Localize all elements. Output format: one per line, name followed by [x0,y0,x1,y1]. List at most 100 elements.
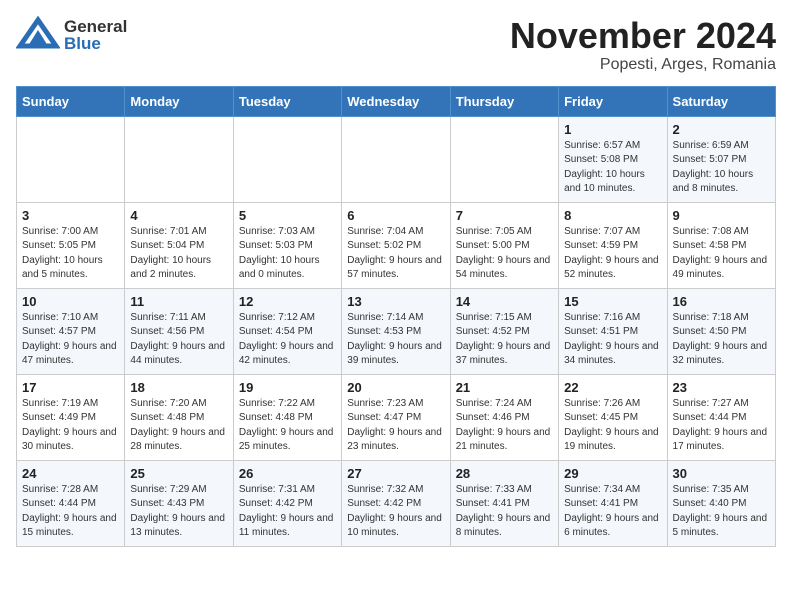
calendar-cell: 30Sunrise: 7:35 AM Sunset: 4:40 PM Dayli… [667,460,775,546]
day-number: 29 [564,466,661,481]
general-blue-icon [16,16,60,54]
logo-blue-text: Blue [64,35,127,52]
calendar-cell [342,116,450,202]
day-number: 6 [347,208,444,223]
month-title: November 2024 [510,16,776,56]
day-number: 27 [347,466,444,481]
header-day-saturday: Saturday [667,86,775,116]
week-row-2: 10 Sunrise: 7:10 AM Sunset: 4:57 PM Dayli… [17,288,776,374]
day-info: Sunrise: 7:03 AM Sunset: 5:03 PM Dayligh… [239,225,336,283]
day-info: Sunrise: 7:22 AM Sunset: 4:48 PM Dayligh… [239,397,336,455]
day-info: Sunrise: 7:20 AM Sunset: 4:48 PM Dayligh… [130,397,227,455]
calendar-cell: 8 Sunrise: 7:07 AM Sunset: 4:59 PM Daylig… [559,202,667,288]
calendar-header: SundayMondayTuesdayWednesdayThursdayFrid… [17,86,776,116]
day-info: Sunrise: 7:23 AM Sunset: 4:47 PM Dayligh… [347,397,444,455]
calendar-cell: 5 Sunrise: 7:03 AM Sunset: 5:03 PM Daylig… [233,202,341,288]
day-info: Sunrise: 6:57 AM Sunset: 5:08 PM Dayligh… [564,139,661,197]
day-info: Sunrise: 7:01 AM Sunset: 5:04 PM Dayligh… [130,225,227,283]
day-info: Sunrise: 7:12 AM Sunset: 4:54 PM Dayligh… [239,311,336,369]
day-info: Sunrise: 7:16 AM Sunset: 4:51 PM Dayligh… [564,311,661,369]
day-number: 26 [239,466,336,481]
header-day-friday: Friday [559,86,667,116]
calendar-cell: 14 Sunrise: 7:15 AM Sunset: 4:52 PM Dayli… [450,288,558,374]
calendar-cell [17,116,125,202]
calendar-cell: 19 Sunrise: 7:22 AM Sunset: 4:48 PM Dayli… [233,374,341,460]
day-number: 13 [347,294,444,309]
calendar-cell: 6 Sunrise: 7:04 AM Sunset: 5:02 PM Daylig… [342,202,450,288]
day-info: Sunrise: 7:33 AM Sunset: 4:41 PM Dayligh… [456,483,553,541]
day-info: Sunrise: 7:15 AM Sunset: 4:52 PM Dayligh… [456,311,553,369]
day-info: Sunrise: 7:34 AM Sunset: 4:41 PM Dayligh… [564,483,661,541]
week-row-3: 17 Sunrise: 7:19 AM Sunset: 4:49 PM Dayli… [17,374,776,460]
day-number: 5 [239,208,336,223]
calendar-cell: 1Sunrise: 6:57 AM Sunset: 5:08 PM Daylig… [559,116,667,202]
header-day-monday: Monday [125,86,233,116]
day-number: 4 [130,208,227,223]
calendar-cell: 17 Sunrise: 7:19 AM Sunset: 4:49 PM Dayli… [17,374,125,460]
calendar-cell [125,116,233,202]
day-number: 8 [564,208,661,223]
day-number: 22 [564,380,661,395]
header-row: SundayMondayTuesdayWednesdayThursdayFrid… [17,86,776,116]
day-info: Sunrise: 6:59 AM Sunset: 5:07 PM Dayligh… [673,139,770,197]
day-number: 11 [130,294,227,309]
day-info: Sunrise: 7:35 AM Sunset: 4:40 PM Dayligh… [673,483,770,541]
day-info: Sunrise: 7:11 AM Sunset: 4:56 PM Dayligh… [130,311,227,369]
day-number: 10 [22,294,119,309]
day-number: 9 [673,208,770,223]
calendar-cell: 24 Sunrise: 7:28 AM Sunset: 4:44 PM Dayli… [17,460,125,546]
calendar-cell: 26 Sunrise: 7:31 AM Sunset: 4:42 PM Dayli… [233,460,341,546]
day-info: Sunrise: 7:24 AM Sunset: 4:46 PM Dayligh… [456,397,553,455]
week-row-4: 24 Sunrise: 7:28 AM Sunset: 4:44 PM Dayli… [17,460,776,546]
calendar-cell [233,116,341,202]
calendar-cell: 12Sunrise: 7:12 AM Sunset: 4:54 PM Dayli… [233,288,341,374]
calendar-cell: 3 Sunrise: 7:00 AM Sunset: 5:05 PM Daylig… [17,202,125,288]
calendar-cell: 15 Sunrise: 7:16 AM Sunset: 4:51 PM Dayli… [559,288,667,374]
day-number: 17 [22,380,119,395]
calendar-cell: 7 Sunrise: 7:05 AM Sunset: 5:00 PM Daylig… [450,202,558,288]
day-number: 24 [22,466,119,481]
calendar-cell: 21 Sunrise: 7:24 AM Sunset: 4:46 PM Dayli… [450,374,558,460]
calendar-cell: 9Sunrise: 7:08 AM Sunset: 4:58 PM Daylig… [667,202,775,288]
day-info: Sunrise: 7:28 AM Sunset: 4:44 PM Dayligh… [22,483,119,541]
header-day-tuesday: Tuesday [233,86,341,116]
calendar-cell: 16Sunrise: 7:18 AM Sunset: 4:50 PM Dayli… [667,288,775,374]
day-info: Sunrise: 7:00 AM Sunset: 5:05 PM Dayligh… [22,225,119,283]
logo: General Blue [16,16,127,54]
day-info: Sunrise: 7:31 AM Sunset: 4:42 PM Dayligh… [239,483,336,541]
day-info: Sunrise: 7:07 AM Sunset: 4:59 PM Dayligh… [564,225,661,283]
calendar-cell: 4 Sunrise: 7:01 AM Sunset: 5:04 PM Daylig… [125,202,233,288]
header-day-wednesday: Wednesday [342,86,450,116]
calendar-cell: 11 Sunrise: 7:11 AM Sunset: 4:56 PM Dayli… [125,288,233,374]
day-number: 21 [456,380,553,395]
header: General Blue November 2024 Popesti, Arge… [16,16,776,74]
day-info: Sunrise: 7:04 AM Sunset: 5:02 PM Dayligh… [347,225,444,283]
day-info: Sunrise: 7:19 AM Sunset: 4:49 PM Dayligh… [22,397,119,455]
day-info: Sunrise: 7:10 AM Sunset: 4:57 PM Dayligh… [22,311,119,369]
calendar-cell: 23Sunrise: 7:27 AM Sunset: 4:44 PM Dayli… [667,374,775,460]
week-row-1: 3 Sunrise: 7:00 AM Sunset: 5:05 PM Daylig… [17,202,776,288]
day-info: Sunrise: 7:18 AM Sunset: 4:50 PM Dayligh… [673,311,770,369]
calendar-cell [450,116,558,202]
day-info: Sunrise: 7:29 AM Sunset: 4:43 PM Dayligh… [130,483,227,541]
logo-label: General Blue [64,18,127,52]
day-number: 19 [239,380,336,395]
day-number: 18 [130,380,227,395]
week-row-0: 1Sunrise: 6:57 AM Sunset: 5:08 PM Daylig… [17,116,776,202]
day-number: 3 [22,208,119,223]
day-number: 14 [456,294,553,309]
day-info: Sunrise: 7:26 AM Sunset: 4:45 PM Dayligh… [564,397,661,455]
day-info: Sunrise: 7:27 AM Sunset: 4:44 PM Dayligh… [673,397,770,455]
header-day-thursday: Thursday [450,86,558,116]
calendar-cell: 13Sunrise: 7:14 AM Sunset: 4:53 PM Dayli… [342,288,450,374]
day-info: Sunrise: 7:05 AM Sunset: 5:00 PM Dayligh… [456,225,553,283]
calendar-cell: 20Sunrise: 7:23 AM Sunset: 4:47 PM Dayli… [342,374,450,460]
day-number: 15 [564,294,661,309]
day-number: 7 [456,208,553,223]
calendar-cell: 2 Sunrise: 6:59 AM Sunset: 5:07 PM Daylig… [667,116,775,202]
header-day-sunday: Sunday [17,86,125,116]
calendar-cell: 18 Sunrise: 7:20 AM Sunset: 4:48 PM Dayli… [125,374,233,460]
calendar-cell: 27Sunrise: 7:32 AM Sunset: 4:42 PM Dayli… [342,460,450,546]
day-number: 2 [673,122,770,137]
calendar-body: 1Sunrise: 6:57 AM Sunset: 5:08 PM Daylig… [17,116,776,546]
